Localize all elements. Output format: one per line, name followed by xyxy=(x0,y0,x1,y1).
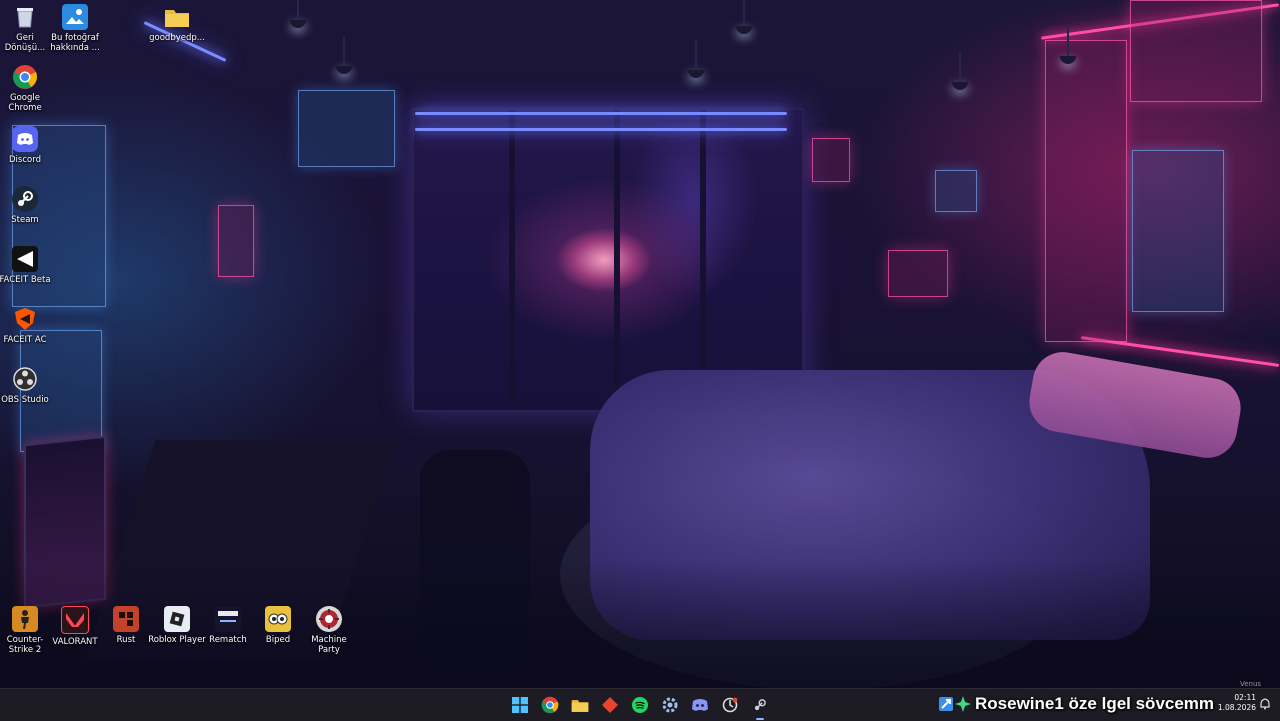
wallpaper-neon-strip xyxy=(415,128,787,131)
desktop-icon-photo-info[interactable]: Bu fotoğraf hakkında ... xyxy=(46,4,104,53)
wallpaper-monitor xyxy=(888,250,948,297)
desktop-icon-label: Biped xyxy=(265,635,291,645)
discord-icon xyxy=(692,699,708,711)
taskbar-app-circle[interactable] xyxy=(718,693,742,717)
start-button[interactable] xyxy=(508,693,532,717)
wallpaper-neon-wall xyxy=(1045,40,1127,342)
desktop-icon-rust[interactable]: Rust xyxy=(97,606,155,645)
desktop-icon-label: FACEIT Beta xyxy=(0,275,51,285)
wallpaper-neon-sign xyxy=(812,138,850,182)
desktop-icon-label: VALORANT xyxy=(52,637,98,647)
desktop-icon-label: Bu fotoğraf hakkında ... xyxy=(50,33,100,53)
notification-bell-icon[interactable] xyxy=(1260,698,1272,710)
clock-time: 02:11 xyxy=(1234,693,1256,702)
desktop-icon-machine-party[interactable]: Machine Party xyxy=(300,606,358,655)
desktop-icon-roblox[interactable]: Roblox Player xyxy=(148,606,206,645)
wallpaper-ceiling-lamp xyxy=(736,0,752,34)
wallpaper-hologram-panel xyxy=(935,170,977,212)
faceit-icon xyxy=(12,246,38,272)
folder-icon xyxy=(164,4,190,30)
taskbar-file-explorer[interactable] xyxy=(568,693,592,717)
valorant-icon xyxy=(61,606,89,634)
wallpaper-galaxy-window xyxy=(412,108,804,412)
cs2-icon xyxy=(12,606,38,632)
taskbar-clock[interactable]: 02:11 1.08.2026 xyxy=(1214,693,1256,713)
windows-icon xyxy=(512,697,528,713)
desktop-icon-folder[interactable]: goodbyedp... xyxy=(148,4,206,43)
wallpaper-ceiling-lamp xyxy=(952,52,968,90)
desktop-icon-biped[interactable]: Biped xyxy=(249,606,307,645)
taskbar-app-gear[interactable] xyxy=(658,693,682,717)
obs-icon xyxy=(12,366,38,392)
desktop-icon-label: goodbyedp... xyxy=(149,33,205,43)
clock-date: 1.08.2026 xyxy=(1217,703,1256,712)
recycle-bin-icon xyxy=(12,4,38,30)
red-diamond-app-icon xyxy=(602,697,618,713)
spotify-icon xyxy=(632,697,648,713)
biped-icon xyxy=(265,606,291,632)
desktop-icon-label: Google Chrome xyxy=(8,93,42,113)
rematch-icon xyxy=(215,606,241,632)
steam-icon xyxy=(12,186,38,212)
wallpaper-ceiling-lamp xyxy=(688,40,704,78)
desktop-icon-label: Discord xyxy=(9,155,41,165)
wallpaper-ceiling-lamp xyxy=(290,0,306,28)
taskbar-discord[interactable] xyxy=(688,693,712,717)
wallpaper-neon-strip xyxy=(415,112,787,115)
pin-sparkle-icon xyxy=(939,696,971,712)
desktop-icon-label: Machine Party xyxy=(311,635,347,655)
settings-gear-icon xyxy=(662,697,678,713)
desktop-icon-label: Roblox Player xyxy=(148,635,206,645)
desktop-icon-faceit-beta[interactable]: FACEIT Beta xyxy=(0,246,54,285)
chrome-icon xyxy=(12,64,38,90)
rust-icon xyxy=(113,606,139,632)
photo-info-icon xyxy=(62,4,88,30)
wallpaper-neon-wall xyxy=(1130,0,1262,102)
wallpaper-monitor xyxy=(298,90,395,167)
wallpaper-ceiling-lamp xyxy=(336,36,352,74)
wallpaper-hologram-panel xyxy=(1132,150,1224,312)
desktop-icon-label: Rust xyxy=(116,635,136,645)
steam-icon xyxy=(754,699,766,711)
desktop-icon-label: OBS Studio xyxy=(1,395,49,405)
taskbar-spotify[interactable] xyxy=(628,693,652,717)
taskbar-chrome[interactable] xyxy=(538,693,562,717)
taskbar-app-red[interactable] xyxy=(598,693,622,717)
wallpaper-corner-label: Venus xyxy=(1240,680,1262,688)
desktop-icon-label: FACEIT AC xyxy=(3,335,47,345)
desktop-icon-obs[interactable]: OBS Studio xyxy=(0,366,54,405)
roblox-icon xyxy=(164,606,190,632)
discord-icon xyxy=(12,126,38,152)
app-circle-icon xyxy=(722,697,738,713)
stream-overlay-message: Rosewine1 öze lgel sövcemm xyxy=(975,694,1215,713)
desktop-icon-steam[interactable]: Steam xyxy=(0,186,54,225)
faceit-ac-icon xyxy=(12,306,38,332)
machine-party-icon xyxy=(316,606,342,632)
desktop-icon-discord[interactable]: Discord xyxy=(0,126,54,165)
taskbar-pinned-apps xyxy=(508,689,772,721)
chrome-icon xyxy=(541,696,559,714)
desktop-icon-label: Steam xyxy=(11,215,39,225)
desktop-wallpaper: Venus xyxy=(0,0,1280,688)
taskbar-steam[interactable] xyxy=(748,693,772,720)
folder-icon xyxy=(571,700,589,712)
desktop-icon-valorant[interactable]: VALORANT xyxy=(46,606,104,647)
stream-overlay-text: Rosewine1 öze lgel sövcemm xyxy=(938,691,1214,717)
desktop-icon-faceit-ac[interactable]: FACEIT AC xyxy=(0,306,54,345)
wallpaper-neon-sign xyxy=(218,205,254,277)
desktop-icon-chrome[interactable]: Google Chrome xyxy=(0,64,54,113)
